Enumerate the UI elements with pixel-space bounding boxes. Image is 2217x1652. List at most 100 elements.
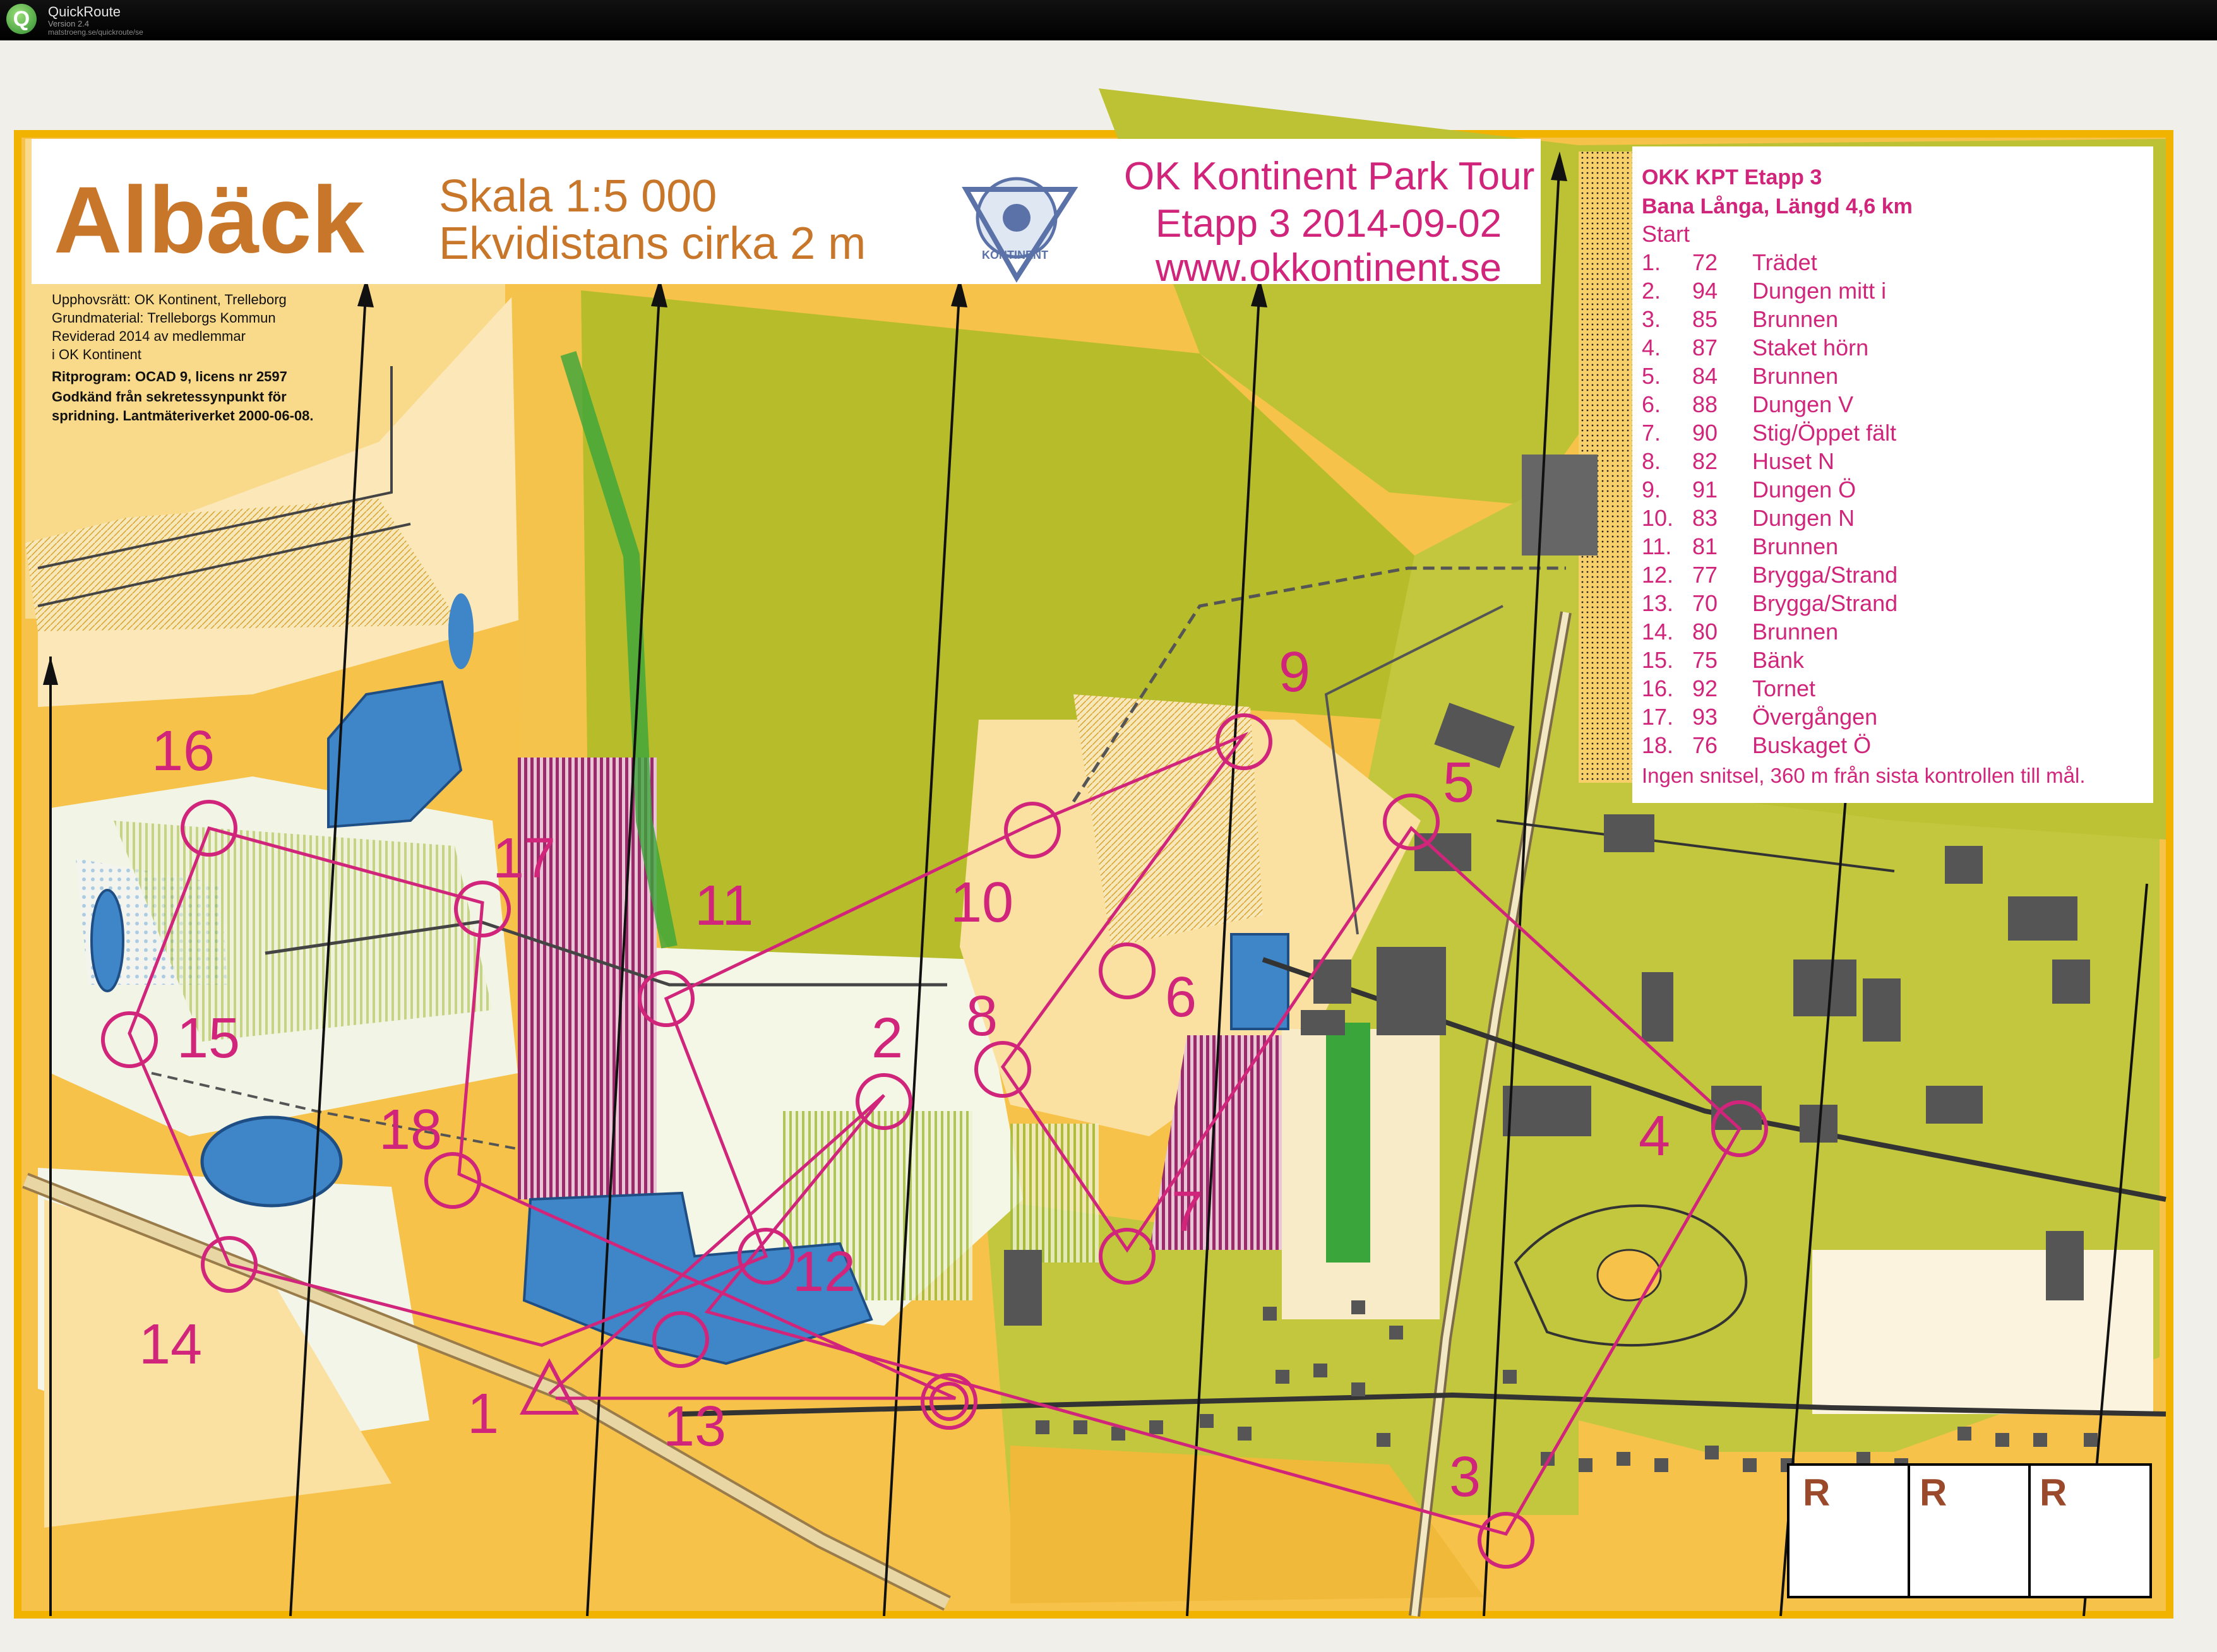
control-code: 90 xyxy=(1692,420,1718,446)
course-header-2: Bana Långa, Längd 4,6 km xyxy=(1642,194,1913,218)
control-num: 14. xyxy=(1642,619,1673,645)
control-desc: Dungen mitt i xyxy=(1752,278,1886,304)
control-label: 1 xyxy=(467,1382,499,1446)
control-label: 8 xyxy=(966,985,998,1048)
control-desc: Brunnen xyxy=(1752,533,1838,559)
control-label: 2 xyxy=(871,1007,903,1070)
app-url: matstroeng.se/quickroute/se xyxy=(48,28,143,37)
r-box-label: R xyxy=(1920,1471,1947,1514)
window-titlebar: Q QuickRoute Version 2.4 matstroeng.se/q… xyxy=(0,0,2217,40)
logo-text: KONTINENT xyxy=(982,249,1048,261)
control-label: 16 xyxy=(152,720,215,783)
control-num: 8. xyxy=(1642,448,1661,474)
control-num: 13. xyxy=(1642,590,1673,616)
control-desc: Brygga/Strand xyxy=(1752,562,1897,588)
control-desc: Tornet xyxy=(1752,675,1815,701)
app-version: Version 2.4 xyxy=(48,19,90,28)
control-code: 87 xyxy=(1692,335,1718,360)
control-label: 11 xyxy=(695,874,753,937)
control-code: 75 xyxy=(1692,647,1718,673)
control-code: 91 xyxy=(1692,477,1718,502)
control-label: 5 xyxy=(1443,751,1474,814)
orienteering-map[interactable]: 1 2 3 4 5 6 7 8 9 10 11 12 13 14 15 16 1… xyxy=(0,40,2217,1652)
control-code: 81 xyxy=(1692,533,1718,559)
control-num: 15. xyxy=(1642,647,1673,673)
control-num: 1. xyxy=(1642,249,1661,275)
control-label: 3 xyxy=(1449,1446,1481,1509)
credit-line: Godkänd från sekretessynpunkt för xyxy=(52,389,287,405)
control-code: 94 xyxy=(1692,278,1718,304)
credit-line: spridning. Lantmäteriverket 2000-06-08. xyxy=(52,408,314,424)
quickroute-logo-icon: Q xyxy=(6,4,37,34)
event-line-1: OK Kontinent Park Tour xyxy=(1124,155,1534,198)
control-num: 4. xyxy=(1642,335,1661,360)
credit-line: Grundmaterial: Trelleborgs Kommun xyxy=(52,310,276,326)
control-desc: Dungen V xyxy=(1752,391,1853,417)
control-desc: Brygga/Strand xyxy=(1752,590,1897,616)
r-box-label: R xyxy=(2040,1471,2067,1514)
reserve-boxes: R R R xyxy=(1787,1463,2152,1598)
control-code: 77 xyxy=(1692,562,1718,588)
control-label: 13 xyxy=(663,1395,726,1458)
course-description: OKK KPT Etapp 3 Bana Långa, Längd 4,6 km… xyxy=(1632,146,2153,803)
control-desc: Trädet xyxy=(1752,249,1817,275)
control-code: 82 xyxy=(1692,448,1718,474)
control-code: 72 xyxy=(1692,249,1718,275)
control-desc: Stig/Öppet fält xyxy=(1752,420,1896,446)
control-num: 18. xyxy=(1642,732,1673,758)
control-desc: Brunnen xyxy=(1752,363,1838,389)
control-label: 9 xyxy=(1279,641,1310,704)
control-desc: Buskaget Ö xyxy=(1752,732,1871,758)
control-num: 7. xyxy=(1642,420,1661,446)
control-label: 12 xyxy=(792,1240,856,1304)
control-label: 15 xyxy=(177,1007,240,1070)
control-desc: Dungen Ö xyxy=(1752,477,1856,502)
control-label: 18 xyxy=(379,1098,442,1162)
control-code: 70 xyxy=(1692,590,1718,616)
control-desc: Övergången xyxy=(1752,704,1877,730)
control-num: 16. xyxy=(1642,675,1673,701)
app-name: QuickRoute xyxy=(48,4,121,20)
map-sheet: 1 2 3 4 5 6 7 8 9 10 11 12 13 14 15 16 1… xyxy=(0,40,2217,1652)
control-num: 6. xyxy=(1642,391,1661,417)
control-num: 17. xyxy=(1642,704,1673,730)
control-code: 92 xyxy=(1692,675,1718,701)
control-desc: Bänk xyxy=(1752,647,1805,673)
credit-line: i OK Kontinent xyxy=(52,347,141,362)
control-num: 11. xyxy=(1642,533,1671,559)
control-label: 7 xyxy=(1171,1180,1203,1244)
control-desc: Dungen N xyxy=(1752,505,1855,531)
map-title: Albäck xyxy=(54,167,364,273)
control-num: 10. xyxy=(1642,505,1673,531)
control-desc: Brunnen xyxy=(1752,619,1838,645)
map-contour: Ekvidistans cirka 2 m xyxy=(439,218,866,269)
control-num: 9. xyxy=(1642,477,1661,502)
control-label: 14 xyxy=(139,1313,202,1376)
control-label: 17 xyxy=(493,827,556,890)
control-desc: Huset N xyxy=(1752,448,1834,474)
control-code: 88 xyxy=(1692,391,1718,417)
control-code: 83 xyxy=(1692,505,1718,531)
control-num: 3. xyxy=(1642,306,1661,332)
map-scale: Skala 1:5 000 xyxy=(439,171,717,222)
control-desc: Brunnen xyxy=(1752,306,1838,332)
control-code: 84 xyxy=(1692,363,1718,389)
control-label: 10 xyxy=(950,871,1013,934)
course-header-1: OKK KPT Etapp 3 xyxy=(1642,165,1822,189)
credit-line: Ritprogram: OCAD 9, licens nr 2597 xyxy=(52,369,287,384)
event-line-3: www.okkontinent.se xyxy=(1155,246,1502,290)
title-block: Albäck Skala 1:5 000 Ekvidistans cirka 2… xyxy=(32,139,1541,290)
control-code: 76 xyxy=(1692,732,1718,758)
course-start: Start xyxy=(1642,221,1690,247)
control-num: 12. xyxy=(1642,562,1673,588)
control-num: 2. xyxy=(1642,278,1661,304)
event-line-2: Etapp 3 2014-09-02 xyxy=(1156,202,1502,246)
control-label: 4 xyxy=(1639,1105,1670,1168)
control-code: 93 xyxy=(1692,704,1718,730)
control-code: 80 xyxy=(1692,619,1718,645)
control-code: 85 xyxy=(1692,306,1718,332)
control-num: 5. xyxy=(1642,363,1661,389)
restricted-area xyxy=(518,758,657,1199)
credit-line: Reviderad 2014 av medlemmar xyxy=(52,328,246,344)
control-desc: Staket hörn xyxy=(1752,335,1868,360)
